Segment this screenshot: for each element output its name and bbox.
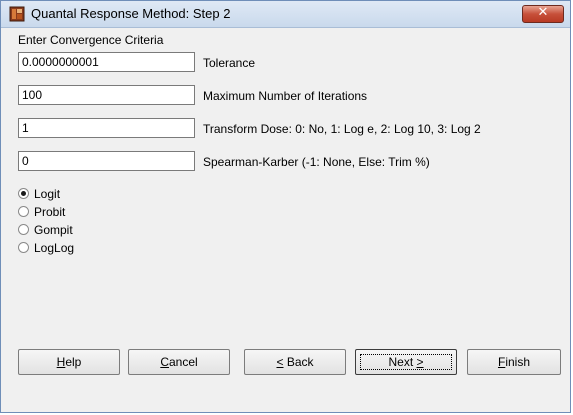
max-iterations-input[interactable]: 100 [18, 85, 195, 105]
app-icon [9, 6, 25, 22]
back-button[interactable]: < Back [244, 349, 346, 375]
radio-button[interactable] [18, 224, 29, 235]
title-bar[interactable]: Quantal Response Method: Step 2 ✕ [1, 1, 570, 28]
close-button[interactable]: ✕ [522, 5, 564, 23]
spearman-karber-input[interactable]: 0 [18, 151, 195, 171]
finish-button[interactable]: Finish [467, 349, 561, 375]
radio-button[interactable] [18, 242, 29, 253]
radio-button[interactable] [18, 188, 29, 199]
window-title: Quantal Response Method: Step 2 [31, 6, 231, 21]
next-button[interactable]: Next > [355, 349, 457, 375]
spearman-karber-label: Spearman-Karber (-1: None, Else: Trim %) [203, 155, 430, 169]
cancel-button[interactable]: Cancel [128, 349, 230, 375]
section-label: Enter Convergence Criteria [18, 33, 164, 47]
radio-button[interactable] [18, 206, 29, 217]
close-icon: ✕ [537, 5, 549, 20]
transform-dose-input[interactable]: 1 [18, 118, 195, 138]
help-button[interactable]: Help [18, 349, 120, 375]
tolerance-label: Tolerance [203, 56, 256, 70]
tolerance-input[interactable]: 0.0000000001 [18, 52, 195, 72]
max-iterations-label: Maximum Number of Iterations [203, 89, 368, 103]
transform-dose-label: Transform Dose: 0: No, 1: Log e, 2: Log … [203, 122, 481, 136]
